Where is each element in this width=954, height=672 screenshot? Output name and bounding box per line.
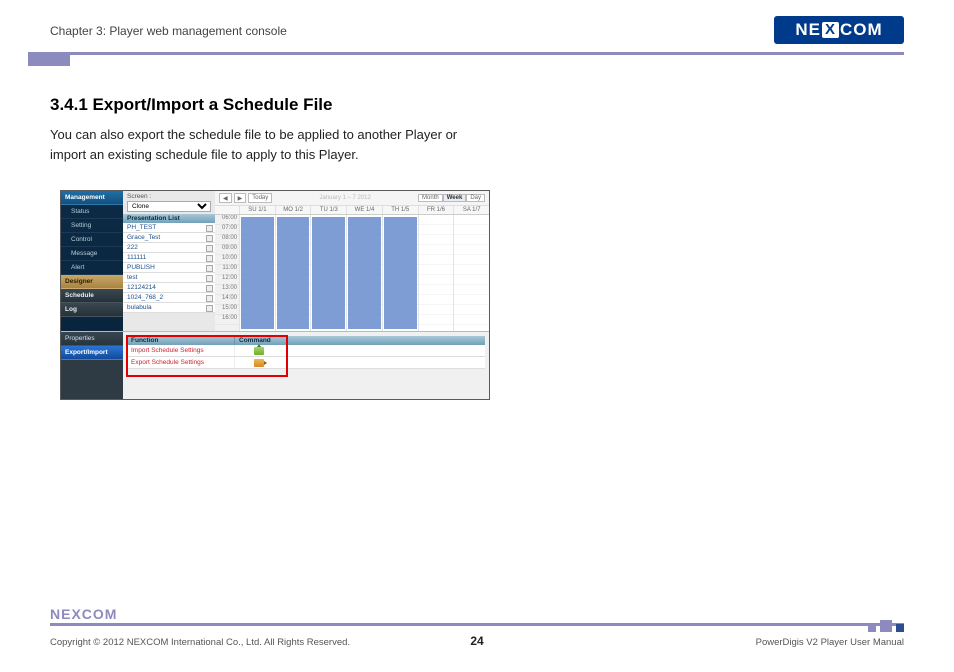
cal-col-thu[interactable] bbox=[382, 215, 418, 331]
cal-hour: 10:00 bbox=[215, 255, 239, 265]
cal-col-tue[interactable] bbox=[310, 215, 346, 331]
screenshot-calendar: ◀ ▶ Today January 1 – 7 2012 Month Week … bbox=[215, 191, 489, 331]
cal-day: SU 1/1 bbox=[239, 206, 275, 214]
section-body: You can also export the schedule file to… bbox=[50, 125, 490, 164]
screen-label: Screen : bbox=[123, 191, 215, 200]
import-icon[interactable] bbox=[254, 347, 264, 355]
cal-day: TH 1/5 bbox=[382, 206, 418, 214]
screenshot-left-nav: Management Status Setting Control Messag… bbox=[61, 191, 123, 331]
presentation-item[interactable]: test bbox=[123, 273, 215, 283]
presentation-item[interactable]: 12124214 bbox=[123, 283, 215, 293]
screen-select[interactable]: Clone bbox=[127, 201, 211, 212]
row-export-schedule: Export Schedule Settings bbox=[127, 357, 485, 369]
presentation-item[interactable]: 1024_768_2 bbox=[123, 293, 215, 303]
screenshot-presentation-panel: Screen : Clone Presentation List PH_TEST… bbox=[123, 191, 215, 331]
header-rule-cap bbox=[28, 52, 70, 66]
cal-next-button[interactable]: ▶ bbox=[234, 193, 247, 203]
footer-decoration bbox=[868, 620, 904, 632]
cal-hour: 13:00 bbox=[215, 285, 239, 295]
presentation-item[interactable]: 111111 bbox=[123, 253, 215, 263]
nav-setting[interactable]: Setting bbox=[61, 219, 123, 233]
nexcom-logo-bottom: NEXCOM bbox=[50, 606, 117, 622]
presentation-item[interactable]: bulabula bbox=[123, 303, 215, 313]
export-icon[interactable] bbox=[254, 359, 264, 367]
cal-view-day[interactable]: Day bbox=[466, 194, 485, 202]
cal-col-sun[interactable] bbox=[239, 215, 275, 331]
header-rule bbox=[28, 52, 904, 55]
row-import-schedule: Import Schedule Settings bbox=[127, 345, 485, 357]
nav-designer[interactable]: Designer bbox=[61, 275, 123, 289]
cal-today-button[interactable]: Today bbox=[248, 193, 272, 203]
cal-day: TU 1/3 bbox=[310, 206, 346, 214]
cal-view-week[interactable]: Week bbox=[443, 194, 467, 202]
cal-day: FR 1/6 bbox=[418, 206, 454, 214]
footer-rule bbox=[50, 623, 904, 626]
tab-export-import[interactable]: Export/Import bbox=[61, 346, 123, 360]
cal-hour: 07:00 bbox=[215, 225, 239, 235]
nav-message[interactable]: Message bbox=[61, 247, 123, 261]
chapter-heading: Chapter 3: Player web management console bbox=[50, 24, 287, 38]
section-title: 3.4.1 Export/Import a Schedule File bbox=[50, 95, 490, 115]
cal-hour: 06:00 bbox=[215, 215, 239, 225]
presentation-item[interactable]: PUBLISH bbox=[123, 263, 215, 273]
cal-prev-button[interactable]: ◀ bbox=[219, 193, 232, 203]
nav-log[interactable]: Log bbox=[61, 303, 123, 317]
nav-control[interactable]: Control bbox=[61, 233, 123, 247]
presentation-item[interactable]: 222 bbox=[123, 243, 215, 253]
manual-name: PowerDigis V2 Player User Manual bbox=[756, 637, 904, 648]
presentation-list-header: Presentation List bbox=[123, 214, 215, 223]
cal-range-label: January 1 – 7 2012 bbox=[319, 195, 370, 201]
cal-col-sat[interactable] bbox=[453, 215, 489, 331]
schedule-block[interactable] bbox=[384, 217, 417, 329]
cal-day-header: SU 1/1 MO 1/2 TU 1/3 WE 1/4 TH 1/5 FR 1/… bbox=[215, 206, 489, 215]
cal-hour: 16:00 bbox=[215, 315, 239, 325]
schedule-block[interactable] bbox=[348, 217, 381, 329]
nav-status[interactable]: Status bbox=[61, 205, 123, 219]
cal-hour: 08:00 bbox=[215, 235, 239, 245]
cal-hour: 15:00 bbox=[215, 305, 239, 315]
cal-hour: 09:00 bbox=[215, 245, 239, 255]
cal-col-fri[interactable] bbox=[418, 215, 454, 331]
nexcom-logo-top: NEXCOM bbox=[774, 16, 904, 44]
tab-properties[interactable]: Properties bbox=[61, 332, 123, 346]
cal-day: MO 1/2 bbox=[275, 206, 311, 214]
screenshot-player-console: Management Status Setting Control Messag… bbox=[60, 190, 490, 400]
function-table-header: Function Command bbox=[127, 336, 485, 345]
nav-schedule[interactable]: Schedule bbox=[61, 289, 123, 303]
schedule-block[interactable] bbox=[277, 217, 310, 329]
cal-col-wed[interactable] bbox=[346, 215, 382, 331]
cal-hour: 11:00 bbox=[215, 265, 239, 275]
cal-col-mon[interactable] bbox=[275, 215, 311, 331]
cal-hour: 12:00 bbox=[215, 275, 239, 285]
cal-hour: 14:00 bbox=[215, 295, 239, 305]
nav-alert[interactable]: Alert bbox=[61, 261, 123, 275]
row-export-label: Export Schedule Settings bbox=[127, 357, 235, 368]
screenshot-bottom-tabs: Properties Export/Import bbox=[61, 332, 123, 399]
cal-day: WE 1/4 bbox=[346, 206, 382, 214]
cal-day: SA 1/7 bbox=[453, 206, 489, 214]
function-table-area: Function Command Import Schedule Setting… bbox=[123, 332, 489, 399]
row-import-label: Import Schedule Settings bbox=[127, 345, 235, 356]
schedule-block[interactable] bbox=[241, 217, 274, 329]
cal-view-month[interactable]: Month bbox=[418, 194, 443, 202]
nav-management[interactable]: Management bbox=[61, 191, 123, 205]
col-function: Function bbox=[127, 336, 235, 345]
presentation-item[interactable]: Grace_Test bbox=[123, 233, 215, 243]
presentation-item[interactable]: PH_TEST bbox=[123, 223, 215, 233]
schedule-block[interactable] bbox=[312, 217, 345, 329]
